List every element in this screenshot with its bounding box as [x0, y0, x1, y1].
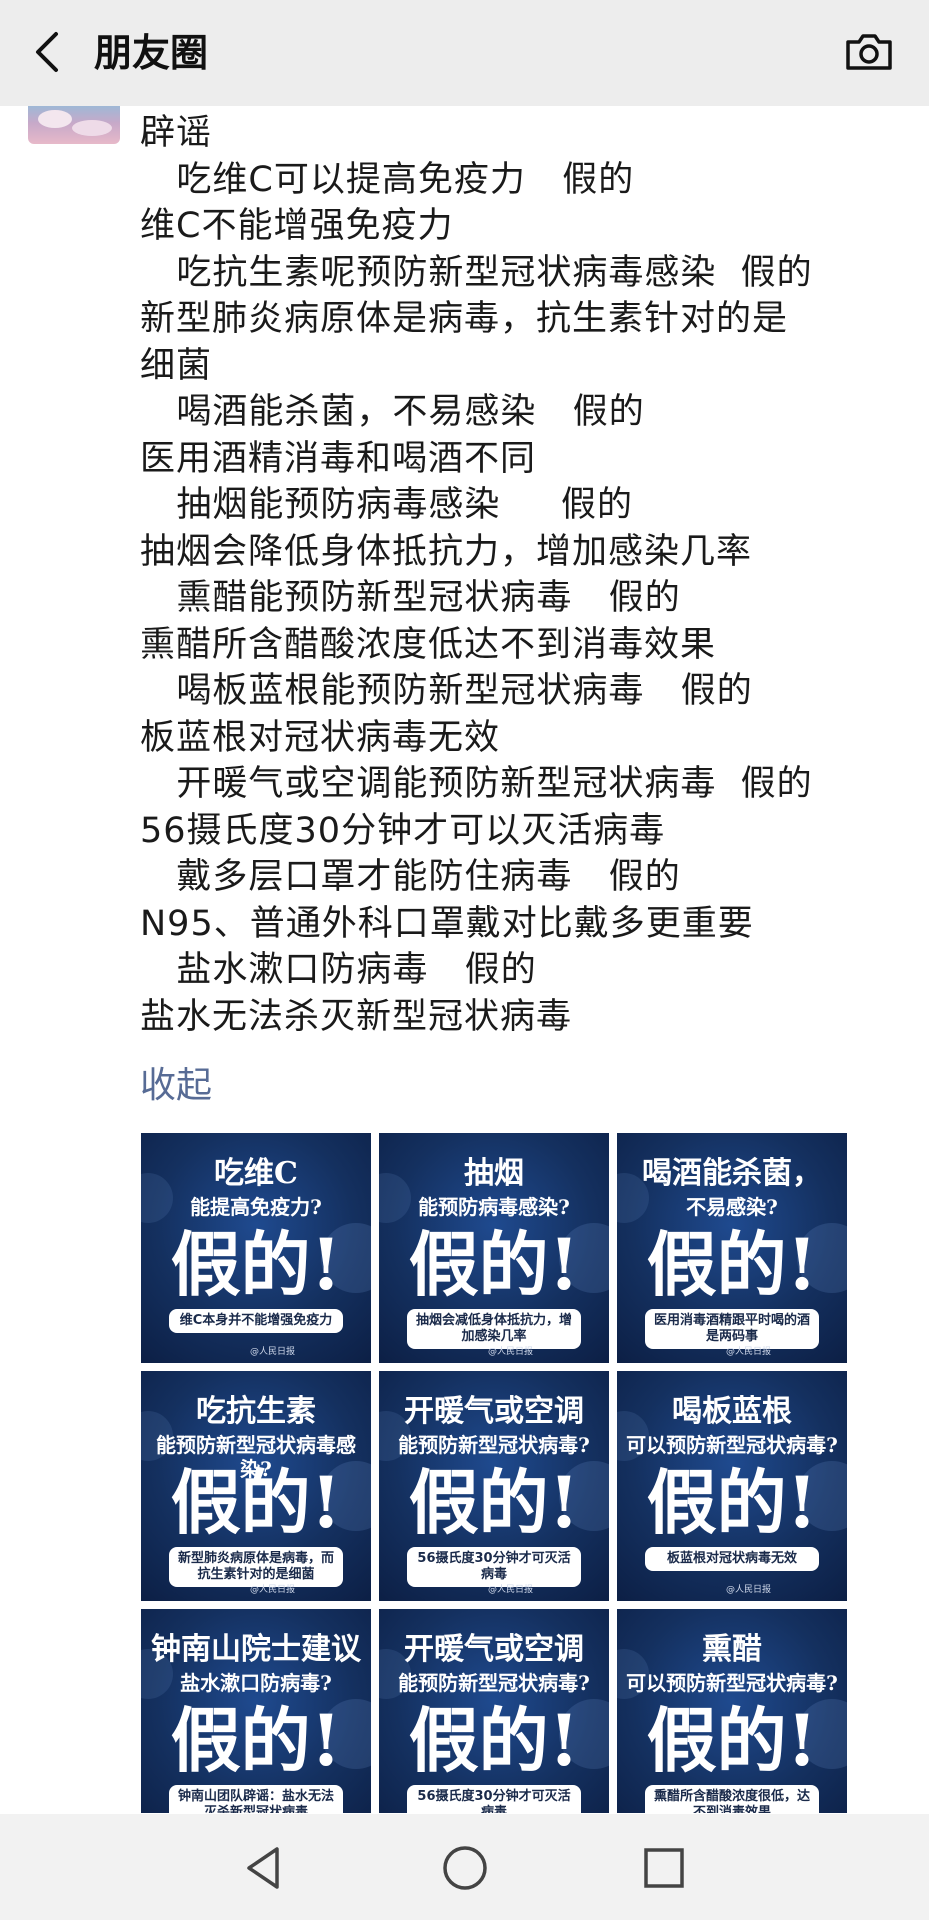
image-tile[interactable]: 开暖气或空调 能预防新型冠状病毒? 假的! 56摄氏度30分钟才可灭活病毒: [379, 1609, 609, 1813]
post-line: 抽烟能预防病毒感染 假的: [140, 485, 634, 525]
image-tile[interactable]: 吃抗生素 能预防新型冠状病毒感染? 假的! 新型肺炎病原体是病毒，而抗生素针对的…: [141, 1371, 371, 1601]
tile-heading: 开暖气或空调: [404, 1394, 584, 1429]
image-grid: 吃维C 能提高免疫力? 假的! 维C本身并不能增强免疫力 @人民日报 抽烟 能预…: [141, 1133, 847, 1813]
post-line: 熏醋能预防新型冠状病毒 假的: [140, 578, 681, 618]
tile-subheading: 可以预防新型冠状病毒?: [626, 1433, 838, 1457]
tile-fake-label: 假的!: [408, 1699, 580, 1782]
tile-source: @人民日报: [725, 1585, 771, 1595]
post-line: 吃维C可以提高免疫力 假的: [140, 159, 635, 200]
post-line: 细菌: [140, 345, 213, 386]
tile-caption: 新型肺炎病原体是病毒，而抗生素针对的是细菌: [169, 1547, 343, 1587]
tile-subheading: 能预防新型冠状病毒?: [398, 1433, 590, 1457]
tile-source: @人民日报: [487, 1585, 533, 1595]
post-line: 辟谣: [140, 113, 213, 153]
post-line: 板蓝根对冠状病毒无效: [140, 717, 501, 758]
tile-heading: 喝板蓝根: [672, 1394, 792, 1429]
image-tile[interactable]: 吃维C 能提高免疫力? 假的! 维C本身并不能增强免疫力 @人民日报: [141, 1133, 371, 1363]
tile-caption: 钟南山团队辟谣：盐水无法灭杀新型冠状病毒: [169, 1785, 343, 1813]
tile-heading: 钟南山院士建议: [151, 1632, 361, 1667]
nav-home-button[interactable]: [439, 1842, 491, 1894]
tile-subheading: 能提高免疫力?: [190, 1195, 322, 1219]
collapse-link[interactable]: 收起: [140, 1056, 212, 1108]
tile-fake-label: 假的!: [170, 1699, 342, 1782]
tile-heading: 吃维C: [214, 1156, 298, 1191]
post-line: 56摄氏度30分钟才可以灭活病毒: [140, 810, 666, 851]
tile-fake-label: 假的!: [646, 1699, 818, 1782]
image-tile[interactable]: 熏醋 可以预防新型冠状病毒? 假的! 熏醋所含醋酸浓度很低，达不到消毒效果: [617, 1609, 847, 1813]
top-bar: 朋友圈: [0, 0, 929, 106]
camera-button[interactable]: [843, 26, 895, 78]
nav-back-button[interactable]: [238, 1842, 290, 1894]
post-line: 开暖气或空调能预防新型冠状病毒 假的: [140, 764, 813, 804]
image-tile[interactable]: 钟南山院士建议 盐水漱口防病毒? 假的! 钟南山团队辟谣：盐水无法灭杀新型冠状病…: [141, 1609, 371, 1813]
avatar-cloud: [38, 110, 72, 128]
post-line: 维C不能增强免疫力: [140, 206, 454, 246]
post-line: 喝酒能杀菌，不易感染 假的: [140, 392, 645, 432]
post-line: 新型肺炎病原体是病毒，抗生素针对的是: [140, 299, 789, 339]
tile-fake-label: 假的!: [408, 1461, 580, 1544]
tile-subheading: 不易感染?: [686, 1195, 778, 1219]
tile-source: @人民日报: [725, 1347, 771, 1357]
tile-source: @人民日报: [487, 1347, 533, 1357]
post-line: 盐水漱口防病毒 假的: [140, 950, 537, 990]
camera-icon: [846, 34, 892, 70]
post-line: 熏醋所含醋酸浓度低达不到消毒效果: [140, 624, 717, 665]
post-line: 医用酒精消毒和喝酒不同: [140, 438, 537, 479]
tile-subheading: 能预防新型冠状病毒?: [398, 1671, 590, 1695]
tile-fake-label: 假的!: [408, 1223, 580, 1306]
tile-subheading: 盐水漱口防病毒?: [180, 1671, 332, 1695]
tile-source: @人民日报: [249, 1585, 295, 1595]
tile-heading: 吃抗生素: [196, 1394, 316, 1429]
tile-heading: 开暖气或空调: [404, 1632, 584, 1667]
tile-subheading: 能预防病毒感染?: [418, 1195, 570, 1219]
back-arrow-icon: [36, 32, 58, 72]
image-tile[interactable]: 开暖气或空调 能预防新型冠状病毒? 假的! 56摄氏度30分钟才可灭活病毒 @人…: [379, 1371, 609, 1601]
tile-heading: 抽烟: [464, 1156, 524, 1191]
tile-caption: 56摄氏度30分钟才可灭活病毒: [407, 1785, 581, 1813]
post-line: 戴多层口罩才能防住病毒 假的: [140, 857, 681, 897]
image-tile[interactable]: 抽烟 能预防病毒感染? 假的! 抽烟会减低身体抵抗力，增加感染几率 @人民日报: [379, 1133, 609, 1363]
tile-caption: 医用消毒酒精跟平时喝的酒是两码事: [645, 1309, 819, 1349]
post-text: 辟谣 吃维C可以提高免疫力 假的 维C不能增强免疫力 吃抗生素呢预防新型冠状病毒…: [140, 110, 900, 1040]
tile-heading: 熏醋: [702, 1632, 762, 1667]
post-line: 盐水无法杀灭新型冠状病毒: [140, 996, 573, 1037]
tile-subheading: 可以预防新型冠状病毒?: [626, 1671, 838, 1695]
image-tile[interactable]: 喝酒能杀菌， 不易感染? 假的! 医用消毒酒精跟平时喝的酒是两码事 @人民日报: [617, 1133, 847, 1363]
tile-fake-label: 假的!: [170, 1461, 342, 1544]
back-button[interactable]: [22, 24, 72, 80]
avatar[interactable]: [28, 106, 120, 144]
tile-fake-label: 假的!: [170, 1223, 342, 1306]
nav-back-triangle-icon: [247, 1847, 279, 1889]
nav-recents-square-icon: [644, 1848, 684, 1888]
post-line: 吃抗生素呢预防新型冠状病毒感染 假的: [140, 252, 813, 293]
tile-caption: 56摄氏度30分钟才可灭活病毒: [407, 1547, 581, 1587]
image-tile[interactable]: 喝板蓝根 可以预防新型冠状病毒? 假的! 板蓝根对冠状病毒无效 @人民日报: [617, 1371, 847, 1601]
tile-caption: 板蓝根对冠状病毒无效: [645, 1547, 819, 1571]
post-line: 喝板蓝根能预防新型冠状病毒 假的: [140, 671, 753, 711]
post-line: N95、普通外科口罩戴对比戴多更重要: [140, 903, 754, 944]
tile-fake-label: 假的!: [646, 1461, 818, 1544]
post-line: 抽烟会降低身体抵抗力，增加感染几率: [140, 531, 753, 572]
page-title: 朋友圈: [94, 31, 209, 75]
tile-caption: 熏醋所含醋酸浓度很低，达不到消毒效果: [645, 1785, 819, 1813]
system-nav-bar: [0, 1814, 929, 1920]
nav-recents-button[interactable]: [638, 1842, 690, 1894]
tile-caption: 抽烟会减低身体抵抗力，增加感染几率: [407, 1309, 581, 1349]
tile-source: @人民日报: [249, 1347, 295, 1357]
avatar-cloud: [72, 120, 112, 136]
tile-heading: 喝酒能杀菌，: [642, 1156, 822, 1191]
tile-caption: 维C本身并不能增强免疫力: [169, 1309, 343, 1333]
nav-home-circle-icon: [443, 1846, 487, 1890]
tile-fake-label: 假的!: [646, 1223, 818, 1306]
